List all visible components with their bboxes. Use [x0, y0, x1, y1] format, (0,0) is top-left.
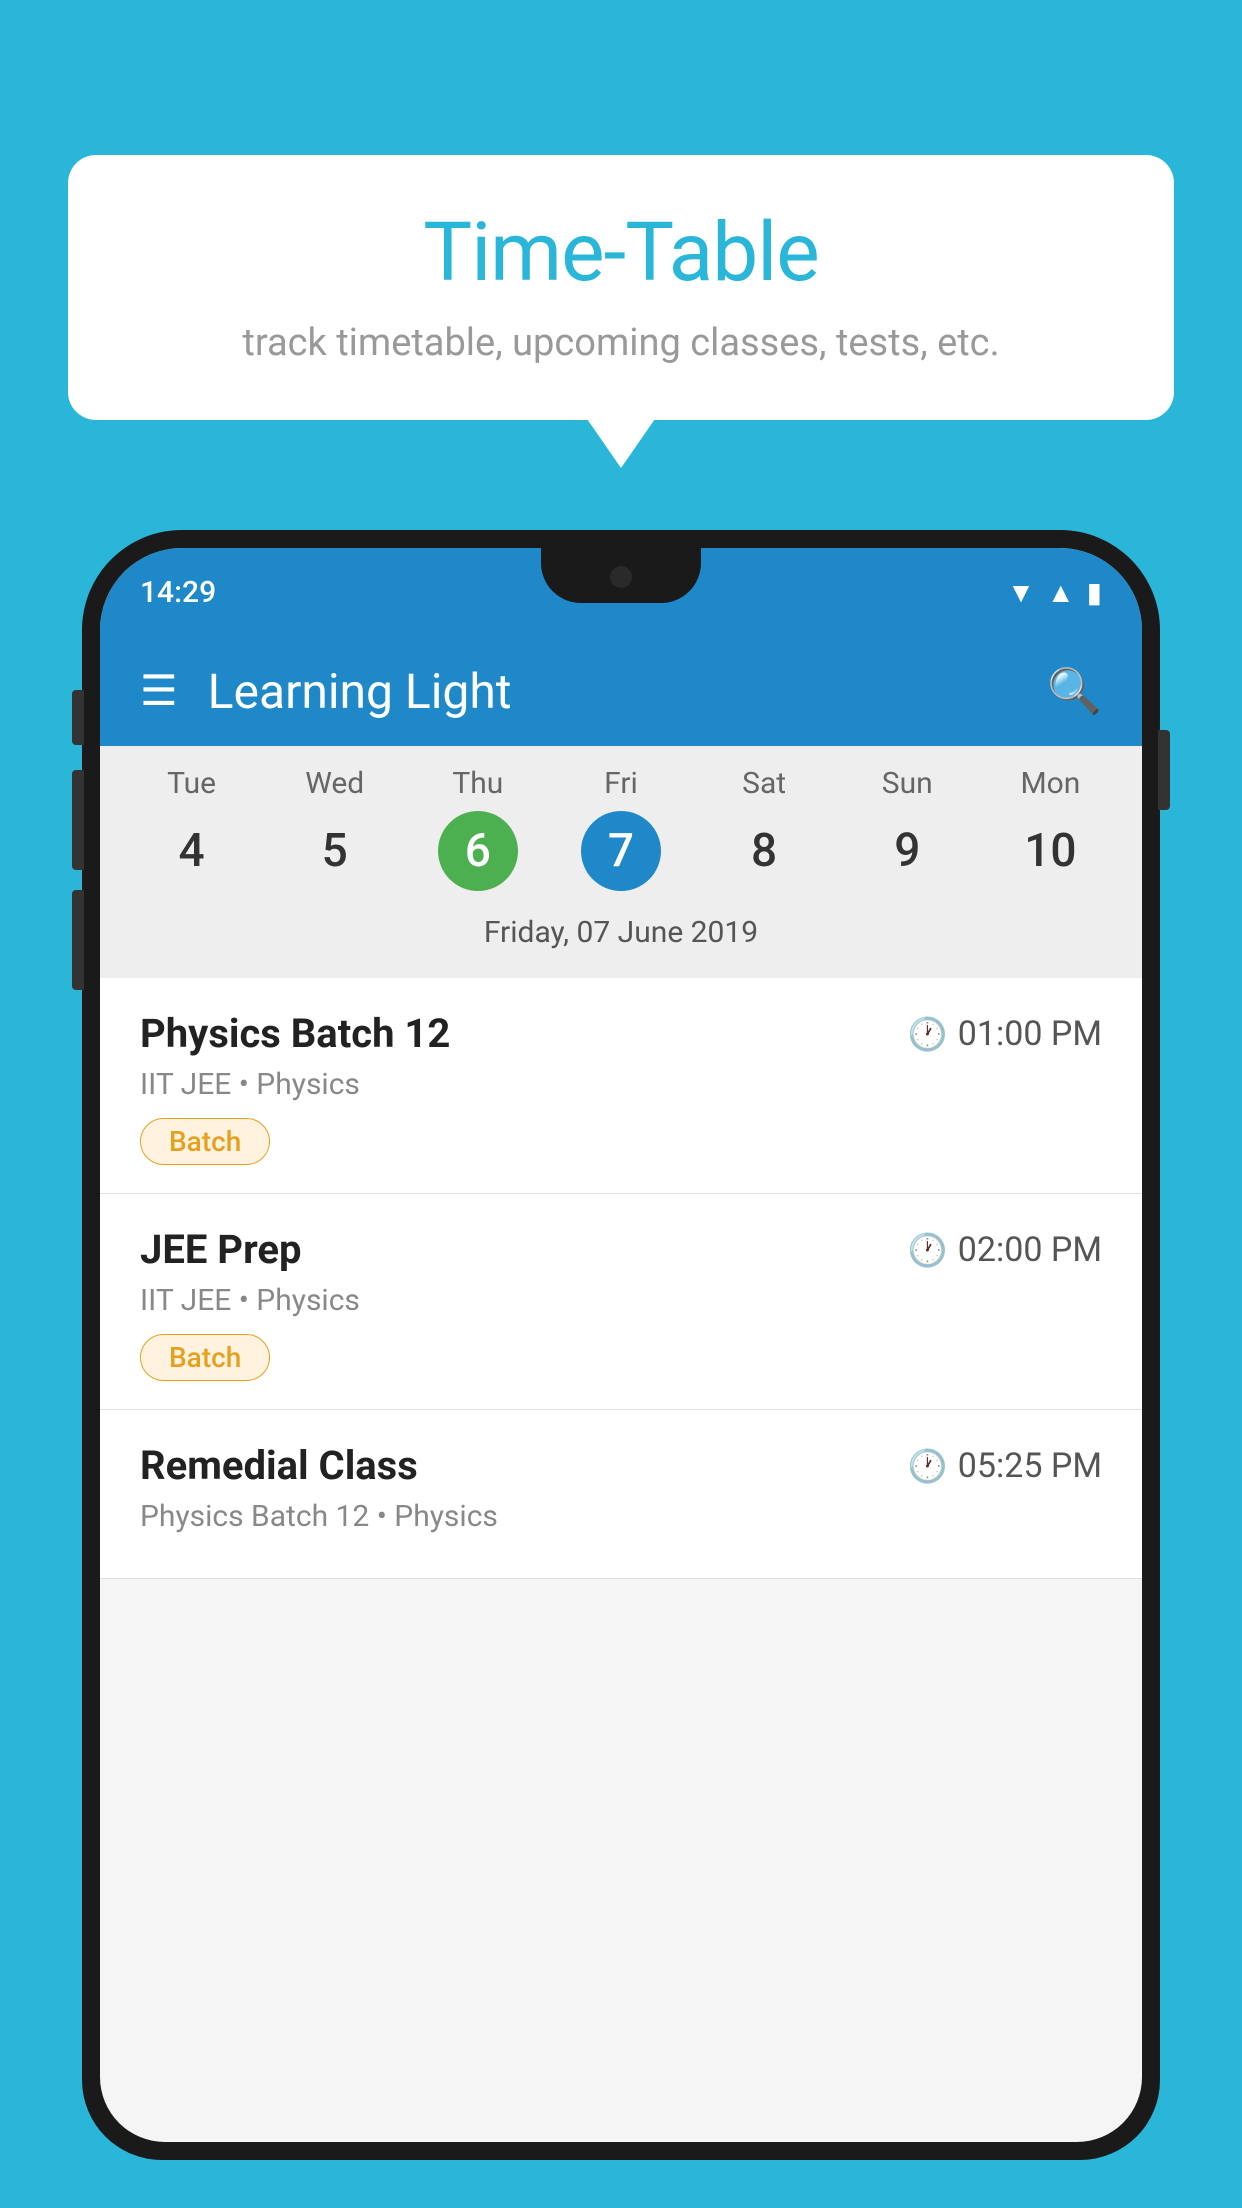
- class-item-0[interactable]: Physics Batch 12 🕐 01:00 PM IIT JEE • Phys…: [100, 978, 1142, 1194]
- battery-icon: ▮: [1087, 576, 1102, 609]
- notch: [541, 548, 701, 603]
- day-col-10[interactable]: Mon 10: [985, 766, 1115, 891]
- clock-icon: 🕐: [908, 1447, 948, 1485]
- day-col-5[interactable]: Wed 5: [270, 766, 400, 891]
- volume-silent-button: [72, 690, 84, 745]
- clock-icon: 🕐: [908, 1015, 948, 1053]
- hamburger-icon[interactable]: ☰: [140, 666, 178, 716]
- day-number[interactable]: 9: [867, 811, 947, 891]
- day-number[interactable]: 7: [581, 811, 661, 891]
- day-number[interactable]: 4: [152, 811, 232, 891]
- day-name: Thu: [452, 766, 503, 801]
- class-item-1[interactable]: JEE Prep 🕐 02:00 PM IIT JEE • Physics Batch: [100, 1194, 1142, 1410]
- signal-icon: ▲: [1047, 576, 1075, 609]
- class-time: 🕐 01:00 PM: [908, 1014, 1102, 1054]
- class-item-2[interactable]: Remedial Class 🕐 05:25 PM Physics Batch 12…: [100, 1410, 1142, 1579]
- class-header: JEE Prep 🕐 02:00 PM: [140, 1226, 1102, 1273]
- bubble-subtitle: track timetable, upcoming classes, tests…: [128, 321, 1114, 365]
- bubble-title: Time-Table: [128, 205, 1114, 301]
- camera: [610, 566, 632, 588]
- volume-down-button: [72, 890, 84, 990]
- day-name: Mon: [1020, 766, 1080, 801]
- day-name: Tue: [167, 766, 216, 801]
- batch-badge: Batch: [140, 1334, 270, 1381]
- days-row: Tue 4 Wed 5 Thu 6 Fri 7 Sat 8 Sun 9 Mon 10: [100, 766, 1142, 891]
- class-header: Physics Batch 12 🕐 01:00 PM: [140, 1010, 1102, 1057]
- day-name: Sun: [882, 766, 933, 801]
- calendar-section: Tue 4 Wed 5 Thu 6 Fri 7 Sat 8 Sun 9 Mon 10 Friday, 07…: [100, 746, 1142, 978]
- phone-frame: 14:29 ▼ ▲ ▮ ☰ Learning Light 🔍: [82, 530, 1160, 2208]
- clock-icon: 🕐: [908, 1231, 948, 1269]
- day-col-9[interactable]: Sun 9: [842, 766, 972, 891]
- class-meta: Physics Batch 12 • Physics: [140, 1499, 1102, 1534]
- day-col-7[interactable]: Fri 7: [556, 766, 686, 891]
- class-time: 🕐 05:25 PM: [908, 1446, 1102, 1486]
- class-name: JEE Prep: [140, 1226, 301, 1273]
- power-button: [1158, 730, 1170, 810]
- app-title: Learning Light: [208, 663, 1048, 720]
- day-col-8[interactable]: Sat 8: [699, 766, 829, 891]
- class-header: Remedial Class 🕐 05:25 PM: [140, 1442, 1102, 1489]
- class-meta: IIT JEE • Physics: [140, 1283, 1102, 1318]
- class-meta: IIT JEE • Physics: [140, 1067, 1102, 1102]
- speech-bubble-container: Time-Table track timetable, upcoming cla…: [68, 155, 1174, 420]
- volume-up-button: [72, 770, 84, 870]
- day-col-6[interactable]: Thu 6: [413, 766, 543, 891]
- search-icon[interactable]: 🔍: [1047, 665, 1102, 717]
- day-number[interactable]: 5: [295, 811, 375, 891]
- day-name: Fri: [604, 766, 638, 801]
- classes-list: Physics Batch 12 🕐 01:00 PM IIT JEE • Phys…: [100, 978, 1142, 1579]
- phone-screen: 14:29 ▼ ▲ ▮ ☰ Learning Light 🔍: [100, 548, 1142, 2142]
- class-name: Physics Batch 12: [140, 1010, 450, 1057]
- day-number[interactable]: 8: [724, 811, 804, 891]
- status-icons: ▼ ▲ ▮: [1007, 576, 1102, 609]
- selected-date-label: Friday, 07 June 2019: [100, 903, 1142, 968]
- status-time: 14:29: [140, 575, 216, 610]
- speech-bubble: Time-Table track timetable, upcoming cla…: [68, 155, 1174, 420]
- day-number[interactable]: 10: [1010, 811, 1090, 891]
- app-header: ☰ Learning Light 🔍: [100, 636, 1142, 746]
- status-bar: 14:29 ▼ ▲ ▮: [100, 548, 1142, 636]
- day-name: Wed: [305, 766, 364, 801]
- phone-outer: 14:29 ▼ ▲ ▮ ☰ Learning Light 🔍: [82, 530, 1160, 2160]
- class-time: 🕐 02:00 PM: [908, 1230, 1102, 1270]
- batch-badge: Batch: [140, 1118, 270, 1165]
- wifi-icon: ▼: [1007, 576, 1035, 609]
- day-name: Sat: [742, 766, 786, 801]
- class-name: Remedial Class: [140, 1442, 418, 1489]
- day-number[interactable]: 6: [438, 811, 518, 891]
- day-col-4[interactable]: Tue 4: [127, 766, 257, 891]
